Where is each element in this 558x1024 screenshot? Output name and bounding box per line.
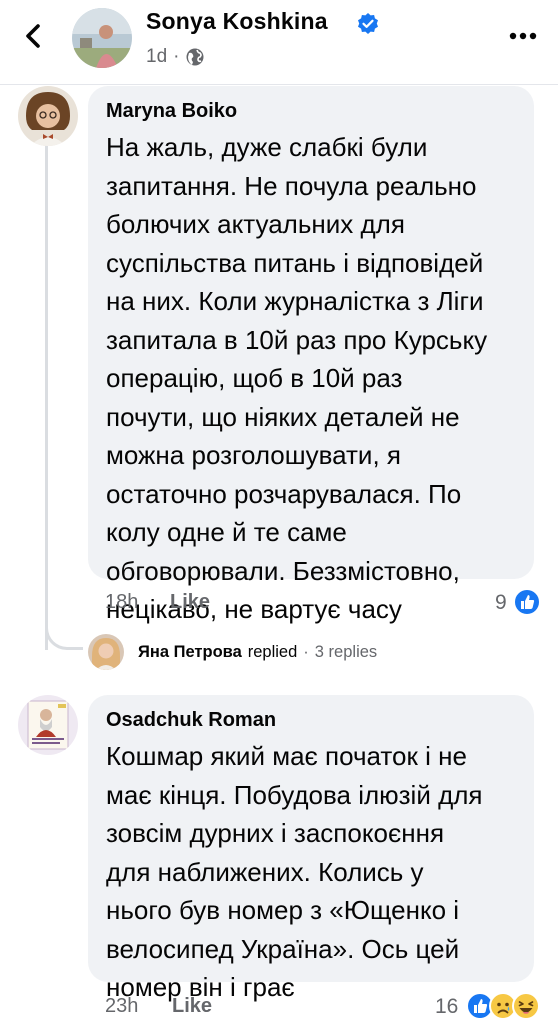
reply-dot: ·	[303, 642, 309, 661]
comment-bubble[interactable]: Osadchuk Roman Кошмар який має початок і…	[88, 695, 534, 1002]
replied-label: replied	[247, 642, 298, 661]
comment-text-line: нецікаво, не вартує часу	[106, 594, 402, 624]
comment-author[interactable]: Maryna Boiko	[106, 100, 237, 123]
comment-text-line: зовсім дурних і заспокоєння	[106, 818, 445, 848]
reply-count[interactable]: 3 replies	[315, 643, 377, 662]
comment-text-line: нього був номер з «Ющенко і	[106, 895, 460, 925]
comment-text-line: для наближених. Колись у	[106, 856, 424, 887]
verified-badge-icon	[358, 13, 378, 34]
comment-text-line: На жаль, дуже слабкі були	[106, 132, 428, 162]
comment-time[interactable]: 18h	[105, 591, 138, 614]
comment-text-line: почути, що ніяких деталей не	[106, 401, 460, 432]
like-button[interactable]: Like	[170, 591, 210, 614]
reaction-count[interactable]: 16	[435, 995, 458, 1019]
post-meta: 1d ·	[146, 46, 205, 68]
more-options-icon[interactable]	[508, 28, 538, 44]
comment-text-line: обговорювали. Беззмістовно,	[106, 555, 460, 586]
comment-author[interactable]: Osadchuk Roman	[106, 709, 276, 732]
comment-text: На жаль, дуже слабкі були запитання. Не …	[106, 128, 487, 629]
comment-text-line: суспільства питань і відповідей	[106, 247, 484, 278]
thread-connector	[45, 610, 83, 650]
like-button[interactable]: Like	[172, 995, 212, 1018]
thread-line	[45, 140, 48, 650]
comment-text-line: запитання. Не почула реально	[106, 170, 477, 201]
comment-text-line: номер він і грає	[106, 972, 295, 1002]
globe-icon	[186, 48, 204, 66]
comment-text-line: на них. Коли журналістка з Ліги	[106, 286, 484, 316]
comment-text-line: можна розголошувати, я	[106, 440, 401, 470]
comment-text-line: велосипед Україна». Ось цей	[106, 933, 460, 964]
comment-text-line: має кінця. Побудова ілюзій для	[106, 779, 483, 810]
comment-text-line: Кошмар який має початок і не	[106, 741, 467, 771]
like-icon[interactable]	[513, 588, 541, 616]
comment-text-line: колу одне й те саме	[106, 517, 347, 547]
author-name[interactable]: Sonya Koshkina	[146, 8, 328, 35]
comment-text-line: запитала в 10й раз про Курську	[106, 324, 488, 355]
comment-time[interactable]: 23h	[105, 995, 138, 1018]
reaction-count[interactable]: 9	[495, 591, 507, 615]
commenter-avatar[interactable]	[18, 695, 78, 755]
comment-bubble[interactable]: Maryna Boiko На жаль, дуже слабкі були з…	[88, 86, 534, 624]
haha-icon[interactable]	[512, 992, 540, 1020]
replies-summary[interactable]: Яна Петрова replied · 3 replies	[88, 634, 377, 670]
comment-text-line: остаточно розчарувалася. По	[106, 478, 462, 509]
replier-name[interactable]: Яна Петрова	[138, 643, 242, 662]
comment-text-line: болючих актуальних для	[106, 209, 405, 239]
comment-text: Кошмар який має початок і не має кінця. …	[106, 737, 483, 1007]
meta-separator: ·	[173, 46, 180, 67]
author-avatar[interactable]	[72, 8, 132, 68]
comment-text-line: операцію, щоб в 10й раз	[106, 363, 403, 393]
replier-avatar	[88, 634, 124, 670]
back-arrow-icon[interactable]	[18, 20, 50, 52]
commenter-avatar[interactable]	[18, 86, 78, 146]
post-time[interactable]: 1d	[146, 46, 167, 68]
